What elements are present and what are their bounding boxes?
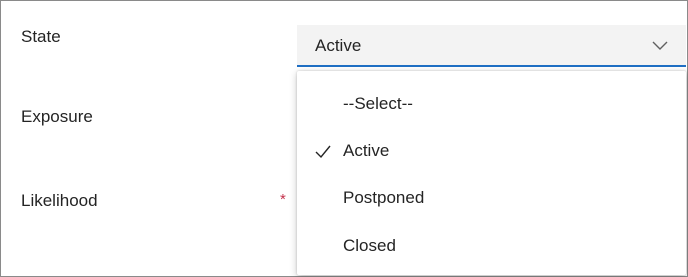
- chevron-down-icon: [652, 41, 668, 50]
- checkmark-icon: [315, 145, 331, 159]
- state-select-value: Active: [315, 36, 362, 55]
- option-label: Postponed: [343, 188, 425, 207]
- dropdown-option-active[interactable]: Active: [297, 132, 686, 172]
- state-label: State: [21, 27, 61, 46]
- option-label: Active: [343, 141, 390, 160]
- likelihood-label: Likelihood: [21, 191, 98, 210]
- exposure-label: Exposure: [21, 107, 93, 126]
- dropdown-option-closed[interactable]: Closed: [297, 227, 686, 267]
- dropdown-option-postponed[interactable]: Postponed: [297, 179, 686, 219]
- dropdown-option-select[interactable]: --Select--: [297, 85, 686, 125]
- option-label: --Select--: [343, 94, 413, 113]
- state-dropdown-menu: --Select-- Active Postponed Closed: [297, 71, 686, 275]
- required-indicator: *: [280, 191, 286, 208]
- state-select[interactable]: Active: [297, 25, 686, 67]
- form-panel: State Active Exposure Likelihood * --Sel…: [0, 0, 688, 277]
- option-label: Closed: [343, 236, 396, 255]
